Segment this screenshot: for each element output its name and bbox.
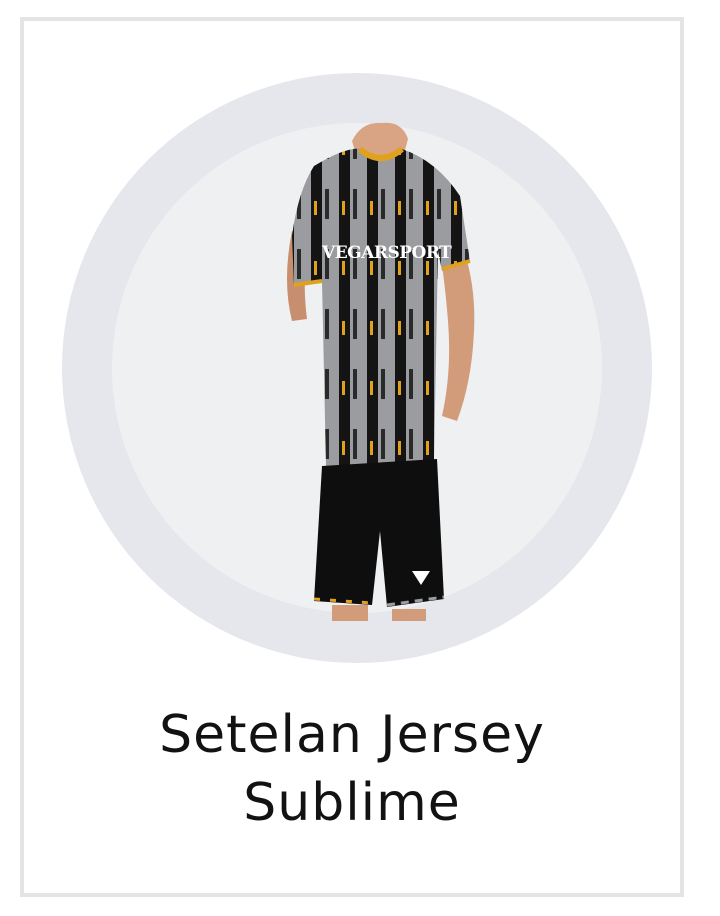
product-card[interactable]: VEGARSPORT Setelan Jersey Sublime [20,17,684,897]
leg-right [392,609,426,621]
product-title-line1: Setelan Jersey [159,705,545,765]
leg-left [332,605,368,621]
jersey-shorts [314,459,444,607]
jersey-set-photo[interactable]: VEGARSPORT [252,121,492,621]
product-title[interactable]: Setelan Jersey Sublime [24,701,680,837]
product-title-line2: Sublime [243,773,461,833]
jersey-print-text: VEGARSPORT [321,243,452,263]
jersey-shirt [292,148,470,469]
